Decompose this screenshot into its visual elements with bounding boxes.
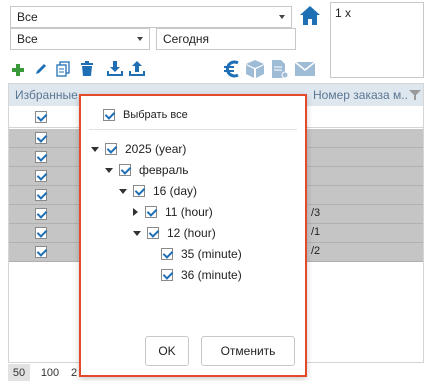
tree-node-hour-12[interactable]: 12 (hour) <box>133 224 216 242</box>
mail-button[interactable] <box>293 58 319 80</box>
tree-node-label: 16 (day) <box>153 184 198 198</box>
tree-node-month[interactable]: февраль <box>105 161 189 179</box>
row-order-number: /1 <box>311 226 321 238</box>
row-checkbox[interactable] <box>35 189 47 201</box>
chevron-down-icon <box>137 37 143 41</box>
page-size-100[interactable]: 100 <box>36 364 64 381</box>
tree-node-label: февраль <box>139 163 189 177</box>
filter-select-1[interactable]: Все <box>10 6 292 28</box>
add-button[interactable] <box>10 62 26 78</box>
box-icon <box>246 60 264 78</box>
row-order-number: /2 <box>311 245 321 257</box>
tree-node-checkbox[interactable] <box>119 164 131 176</box>
document-icon <box>272 60 289 79</box>
select-all-rows-checkbox[interactable] <box>35 111 47 123</box>
tree-node-label: 11 (hour) <box>165 205 213 219</box>
tree-node-label: 2025 (year) <box>125 142 187 156</box>
euro-icon <box>224 60 239 78</box>
tree-node-label: 12 (hour) <box>167 226 216 240</box>
row-checkbox[interactable] <box>35 132 47 144</box>
home-button[interactable] <box>298 4 322 28</box>
tree-node-checkbox[interactable] <box>105 143 117 155</box>
home-icon <box>300 6 320 25</box>
plus-icon <box>12 64 24 76</box>
select-all-label: Выбрать все <box>123 109 188 121</box>
note-text: 1 x <box>335 6 352 20</box>
tree-node-checkbox[interactable] <box>147 227 159 239</box>
col-favorites-header[interactable]: Избранные <box>15 84 79 106</box>
tree-node-day[interactable]: 16 (day) <box>119 182 197 200</box>
download-icon <box>107 60 123 76</box>
expand-caret-icon[interactable] <box>119 188 127 194</box>
document-button[interactable] <box>268 58 290 80</box>
row-checkbox[interactable] <box>35 246 47 258</box>
expand-caret-icon[interactable] <box>105 167 113 173</box>
filter-select-2-value: Все <box>17 32 38 46</box>
tree-node-minute-35[interactable]: 35 (minute) <box>147 245 242 263</box>
collapse-caret-icon[interactable] <box>133 208 138 216</box>
filter-select-2[interactable]: Все <box>10 28 150 50</box>
popup-divider <box>89 129 297 130</box>
cancel-button[interactable]: Отменить <box>201 336 295 366</box>
page-size-50[interactable]: 50 <box>8 364 30 381</box>
box-button[interactable] <box>244 58 266 80</box>
upload-icon <box>129 60 145 76</box>
row-checkbox[interactable] <box>35 170 47 182</box>
select-all-checkbox[interactable] <box>103 109 115 121</box>
tree-node-label: 35 (minute) <box>181 247 242 261</box>
tree-node-minute-36[interactable]: 36 (minute) <box>147 266 242 284</box>
chevron-down-icon <box>279 15 285 19</box>
download-button[interactable] <box>106 60 124 77</box>
tree-node-checkbox[interactable] <box>133 185 145 197</box>
trash-icon <box>81 60 93 76</box>
tree-node-year[interactable]: 2025 (year) <box>91 140 186 158</box>
delete-button[interactable] <box>79 60 95 77</box>
tree-node-label: 36 (minute) <box>181 268 242 282</box>
filter-icon <box>409 90 421 100</box>
filter-popup: Выбрать все 2025 (year) февраль 16 (day)… <box>79 94 307 377</box>
pencil-icon <box>36 64 46 74</box>
filter-select-1-value: Все <box>17 10 38 24</box>
mail-icon <box>294 61 316 76</box>
tree-node-hour-11[interactable]: 11 (hour) <box>133 203 213 221</box>
euro-button[interactable] <box>221 58 243 80</box>
note-textarea[interactable]: 1 x <box>330 2 424 78</box>
row-checkbox[interactable] <box>35 227 47 239</box>
tree-node-checkbox[interactable] <box>145 206 157 218</box>
col-order-number-header[interactable]: Номер заказа м... <box>313 84 407 106</box>
upload-button[interactable] <box>128 60 146 77</box>
select-all-option[interactable]: Выбрать все <box>103 106 188 124</box>
date-field-value: Сегодня <box>163 32 209 46</box>
tree-node-checkbox[interactable] <box>161 269 173 281</box>
copy-icon <box>56 60 70 77</box>
row-order-number: /3 <box>311 207 321 219</box>
copy-button[interactable] <box>55 60 71 77</box>
date-field[interactable]: Сегодня <box>156 28 296 50</box>
expand-caret-icon[interactable] <box>91 146 99 152</box>
edit-button[interactable] <box>33 61 49 77</box>
row-checkbox[interactable] <box>35 208 47 220</box>
filter-button[interactable] <box>407 84 423 106</box>
row-checkbox[interactable] <box>35 151 47 163</box>
ok-button[interactable]: OK <box>145 336 189 366</box>
tree-node-checkbox[interactable] <box>161 248 173 260</box>
expand-caret-icon[interactable] <box>133 230 141 236</box>
